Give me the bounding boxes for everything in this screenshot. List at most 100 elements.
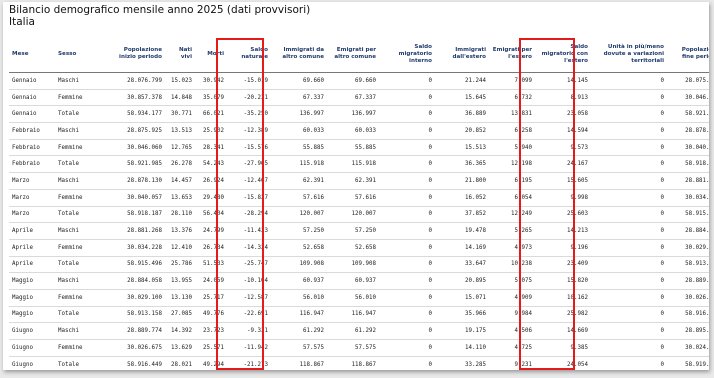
table-cell: 57.575 (327, 339, 379, 357)
column-header-12[interactable]: Unità in più/meno dovute a variazioni te… (591, 36, 667, 73)
table-cell: 0 (591, 189, 667, 207)
table-row: Febbraio Totale 58.921.985 26.278 54.243 -27.… (9, 155, 709, 174)
table-cell: 28.895.112 (667, 322, 709, 340)
table-cell: 33.647 (435, 256, 489, 274)
table-cell: 28.110 (165, 206, 195, 224)
table-cell: 28.878.130 (103, 172, 165, 190)
table-cell: 36.365 (435, 155, 489, 174)
table-cell: Femmine (55, 239, 103, 257)
column-header-13[interactable]: Popolazione fine periodo (667, 36, 709, 73)
column-header-1[interactable]: Sesso (55, 36, 103, 73)
table-card: Bilancio demografico mensile anno 2025 (… (3, 2, 709, 370)
table-cell: 28.881.268 (103, 222, 165, 240)
table-cell: 60.937 (327, 272, 379, 290)
column-header-8[interactable]: Saldo migratorio interno (379, 36, 435, 73)
table-cell: Maschi (55, 122, 103, 140)
table-cell: 55.885 (327, 139, 379, 157)
table-header-row: Mese Sesso Popolazione inizio periodo Nati … (9, 36, 709, 73)
table-cell: Gennaio (9, 105, 55, 124)
table-cell: Totale (55, 256, 103, 274)
table-cell: 28.884.058 (667, 222, 709, 240)
table-cell: 52.658 (327, 239, 379, 257)
table-cell: 19.478 (435, 222, 489, 240)
table-cell: 0 (591, 122, 667, 140)
column-header-3[interactable]: Nati vivi (165, 36, 195, 73)
table-cell: 60.937 (271, 272, 327, 290)
table-cell: 115.918 (327, 155, 379, 174)
table-cell: 15.645 (435, 89, 489, 107)
table-cell: Maggio (9, 306, 55, 324)
table-cell: 61.292 (327, 322, 379, 340)
column-header-0[interactable]: Mese (9, 36, 55, 73)
table-cell: 58.916.449 (103, 356, 165, 370)
table-cell: 28.075.925 (667, 72, 709, 90)
table-cell: 0 (591, 322, 667, 340)
table-cell: 69.660 (327, 72, 379, 90)
table-cell: 116.947 (327, 306, 379, 324)
column-header-2[interactable]: Popolazione inizio periodo (103, 36, 165, 73)
table-cell: 14.457 (165, 172, 195, 190)
table-cell: 14.392 (165, 322, 195, 340)
table-cell: 0 (591, 289, 667, 307)
table-cell: 30.029.100 (667, 239, 709, 257)
table-cell: 19.175 (435, 322, 489, 340)
table-cell: 0 (379, 322, 435, 340)
column-header-6[interactable]: Immigrati da altro comune (271, 36, 327, 73)
table-cell: Totale (55, 155, 103, 174)
table-cell: 30.026.675 (103, 339, 165, 357)
table-cell: Giugno (9, 339, 55, 357)
table-cell: 20.852 (435, 122, 489, 140)
table-cell: 58.921.985 (103, 155, 165, 174)
table-row: Gennaio Femmine 30.857.378 14.848 35.079 -20.… (9, 89, 709, 107)
table-cell: 0 (591, 72, 667, 90)
column-header-7[interactable]: Emigrati per altro comune (327, 36, 379, 73)
table-cell: 58.916.449 (667, 306, 709, 324)
table-cell: 30.026.675 (667, 289, 709, 307)
table-cell: 0 (379, 189, 435, 207)
table-row: Giugno Totale 58.916.449 28.021 49.294 -21.27… (9, 356, 709, 370)
table-cell: Marzo (9, 172, 55, 190)
table-row: Aprile Maschi 28.881.268 13.376 24.799 -11.42… (9, 222, 709, 240)
table-row: Maggio Totale 58.913.158 27.085 49.776 -22.69… (9, 306, 709, 324)
table-cell: 0 (591, 222, 667, 240)
table-cell: Totale (55, 105, 103, 124)
table-cell: 30.857.378 (103, 89, 165, 107)
table-cell: Gennaio (9, 72, 55, 90)
table-cell: 109.908 (271, 256, 327, 274)
table-cell: 118.867 (271, 356, 327, 370)
table-cell: Gennaio (9, 89, 55, 107)
table-cell: 52.658 (271, 239, 327, 257)
table-cell: 0 (379, 289, 435, 307)
table-cell: 0 (379, 356, 435, 370)
table-cell: 13.376 (165, 222, 195, 240)
table-cell: Marzo (9, 189, 55, 207)
table-cell: 30.046.060 (103, 139, 165, 157)
table-cell: Totale (55, 206, 103, 224)
table-cell: Giugno (9, 322, 55, 340)
table-cell: 115.918 (271, 155, 327, 174)
table-cell: 0 (379, 272, 435, 290)
table-row: Gennaio Totale 58.934.177 30.771 66.021 -35.2… (9, 105, 709, 124)
table-cell: 67.337 (327, 89, 379, 107)
table-cell: 36.889 (435, 105, 489, 124)
highlight-saldo-naturale (216, 38, 264, 370)
table-cell: 13.130 (165, 289, 195, 307)
table-cell: 0 (591, 356, 667, 370)
table-cell: 120.007 (327, 206, 379, 224)
table-cell: 30.024.118 (667, 339, 709, 357)
table-cell: 0 (591, 89, 667, 107)
table-cell: 12.410 (165, 239, 195, 257)
population-table: Mese Sesso Popolazione inizio periodo Nati … (9, 36, 709, 370)
table-cell: 14.110 (435, 339, 489, 357)
table-cell: 27.085 (165, 306, 195, 324)
table-row: Febbraio Maschi 28.875.925 13.513 25.902 -12.… (9, 122, 709, 140)
table-cell: 0 (591, 339, 667, 357)
table-cell: 58.913.158 (103, 306, 165, 324)
table-cell: 28.889.774 (103, 322, 165, 340)
table-cell: 28.889.774 (667, 272, 709, 290)
table-cell: 0 (591, 155, 667, 174)
table-row: Marzo Maschi 28.878.130 14.457 26.924 -12.467… (9, 172, 709, 190)
table-cell: 0 (379, 89, 435, 107)
table-cell: 0 (591, 256, 667, 274)
column-header-9[interactable]: Immigrati dall'estero (435, 36, 489, 73)
